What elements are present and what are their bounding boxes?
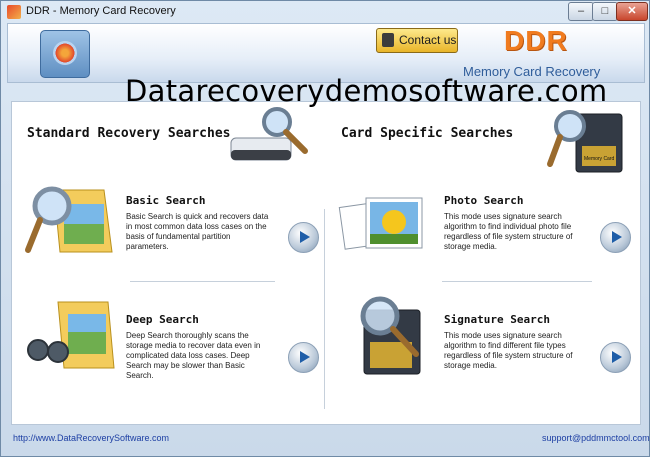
app-icon xyxy=(7,5,21,19)
brand-logo-text: DDR xyxy=(504,25,568,56)
photo-search-icon xyxy=(338,197,423,250)
contact-book-icon xyxy=(382,33,394,47)
deep-search-description: Deep Search thoroughly scans the storage… xyxy=(126,331,261,380)
close-button[interactable]: ✕ xyxy=(616,2,648,21)
deep-search-go-button[interactable] xyxy=(288,342,319,373)
basic-search-go-button[interactable] xyxy=(288,222,319,253)
deep-search-title[interactable]: Deep Search xyxy=(126,313,199,326)
basic-search-folder-icon xyxy=(25,186,113,253)
photo-search-description: This mode uses signature search algorith… xyxy=(444,212,573,251)
column-divider xyxy=(324,209,325,409)
contact-us-label: Contact us xyxy=(399,33,457,47)
signature-search-go-button[interactable] xyxy=(600,342,631,373)
left-row-divider xyxy=(130,281,275,282)
hard-drive-magnifier-icon xyxy=(230,107,308,161)
main-panel: Standard Recovery Searches Card Specific… xyxy=(11,101,641,425)
support-email-link[interactable]: support@pddmmctool.com xyxy=(542,433,650,443)
deep-search-folder-icon xyxy=(27,301,115,369)
right-row-divider xyxy=(442,281,592,282)
basic-search-title[interactable]: Basic Search xyxy=(126,194,205,207)
contact-us-button[interactable]: Contact us xyxy=(376,28,458,53)
footer-bar: http://www.DataRecoverySoftware.com supp… xyxy=(1,425,650,456)
memory-card-label: Memory Card xyxy=(584,156,615,162)
app-window: DDR - Memory Card Recovery – □ ✕ Contact… xyxy=(0,0,650,457)
title-bar[interactable]: DDR - Memory Card Recovery – □ ✕ xyxy=(1,1,649,23)
memory-card-magnifier-icon: Memory Card xyxy=(547,110,623,173)
signature-search-icon xyxy=(360,296,421,375)
minimize-button[interactable]: – xyxy=(568,2,594,21)
standard-recovery-heading: Standard Recovery Searches xyxy=(27,126,231,141)
basic-search-description: Basic Search is quick and recovers data … xyxy=(126,212,269,251)
window-title: DDR - Memory Card Recovery xyxy=(26,5,176,17)
signature-search-title[interactable]: Signature Search xyxy=(444,313,550,326)
logo-icon xyxy=(53,41,77,65)
photo-search-go-button[interactable] xyxy=(600,222,631,253)
card-specific-heading: Card Specific Searches xyxy=(341,126,514,141)
signature-search-description: This mode uses signature search algorith… xyxy=(444,331,573,370)
watermark-text: Datarecoverydemosoftware.com xyxy=(125,74,608,108)
maximize-button[interactable]: □ xyxy=(592,2,618,21)
logo xyxy=(40,30,90,78)
website-link[interactable]: http://www.DataRecoverySoftware.com xyxy=(13,433,169,443)
photo-search-title[interactable]: Photo Search xyxy=(444,194,523,207)
